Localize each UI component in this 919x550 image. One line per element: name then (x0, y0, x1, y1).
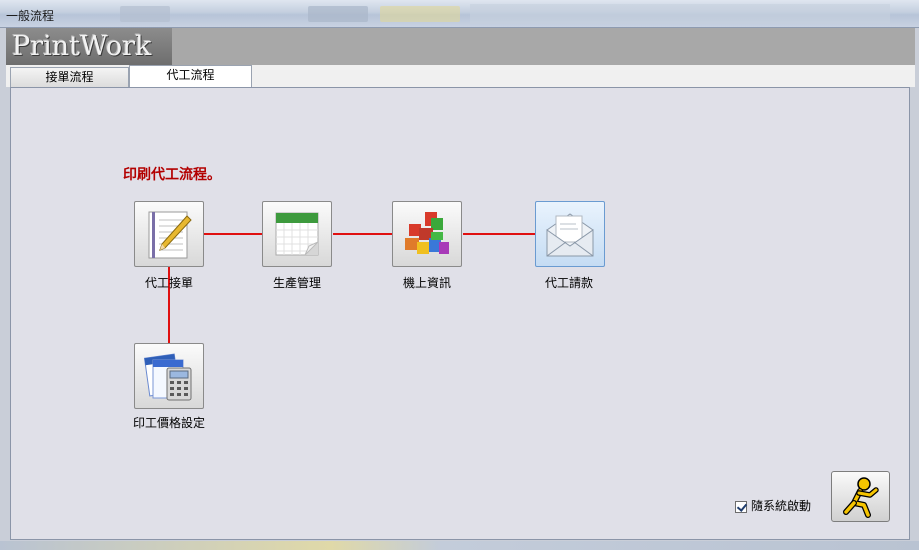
autostart-checkbox[interactable] (735, 500, 747, 513)
running-man-icon (843, 477, 879, 518)
node-label: 機上資訊 (402, 276, 451, 290)
tab-strip: 接單流程 代工流程 (6, 65, 915, 87)
app-logo: PrintWork (6, 28, 172, 65)
autostart-label: 隨系統啟動 (751, 499, 812, 513)
title-bar: 一般流程 (0, 0, 919, 28)
colored-blocks-icon (405, 212, 449, 254)
calculator-icon (143, 353, 192, 401)
background-blur (380, 6, 460, 22)
connector-line (204, 233, 262, 235)
calendar-icon (275, 212, 319, 256)
background-blur (308, 6, 368, 22)
node-label: 代工接單 (144, 276, 193, 290)
tab-order-flow[interactable]: 接單流程 (10, 67, 129, 87)
notepad-pencil-icon (148, 211, 192, 259)
node-label: 印工價格設定 (132, 416, 205, 430)
outsource-order-button[interactable] (134, 201, 204, 267)
background-blur (120, 6, 170, 22)
machine-info-button[interactable] (392, 201, 462, 267)
tab-outsource-flow[interactable]: 代工流程 (129, 65, 252, 87)
production-management-button[interactable] (262, 201, 332, 267)
taskbar-edge (0, 541, 919, 550)
background-blur (470, 4, 890, 24)
flow-panel: 印刷代工流程。 代工接單 生產管理 機上資訊 代工請款 印工價格設定 隨系統啟動 (10, 87, 910, 540)
run-button[interactable] (831, 471, 890, 522)
flow-heading: 印刷代工流程。 (123, 167, 221, 183)
connector-line (333, 233, 392, 235)
connector-line (463, 233, 535, 235)
outsource-billing-button[interactable] (535, 201, 605, 267)
autostart-option[interactable]: 隨系統啟動 (735, 497, 811, 513)
node-label: 代工請款 (544, 276, 593, 290)
logo-bar: PrintWork (6, 28, 915, 65)
envelope-icon (546, 213, 594, 257)
print-price-settings-button[interactable] (134, 343, 204, 409)
node-label: 生產管理 (272, 276, 321, 290)
window-title: 一般流程 (6, 9, 55, 23)
